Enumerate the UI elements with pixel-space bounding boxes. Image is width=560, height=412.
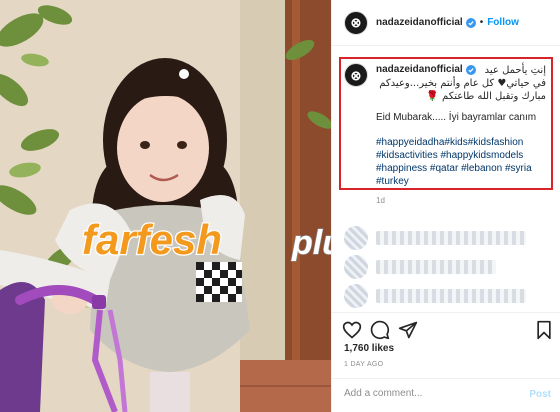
caption-age: 1d [376,196,385,205]
caption-arabic-text: إنتِ يأحمل عيد في حياتي♥ كل عام وأنتم بخ… [376,64,546,103]
comment-text-blurred [376,289,526,303]
comment-avatar-blurred [344,284,368,308]
heart-icon[interactable] [342,320,362,340]
arabic-line-2: في حياتي♥ كل عام وأنتم بخير...وعيدكم [379,78,546,89]
caption-eid-line: Eid Mubarak..... İyi bayramlar canım [376,112,537,123]
caption-avatar[interactable]: ⊗ [344,63,368,87]
arabic-line-1: إنتِ يأحمل عيد [484,65,546,76]
avatar[interactable]: ⊗ [344,10,368,35]
header-separator: • [479,17,484,28]
likes-count[interactable]: 1,760 likes [344,343,394,354]
caption-avatar-glyph: ⊗ [350,67,362,83]
comment-icon[interactable] [370,320,390,340]
watermark-part1: farfesh [82,216,222,263]
comment-input[interactable] [344,388,524,399]
comment-text-blurred [376,231,526,245]
comment-row-1 [344,226,526,250]
follow-button[interactable]: Follow [487,17,519,28]
avatar-glyph: ⊗ [350,15,362,30]
bookmark-icon[interactable] [534,320,554,340]
comment-avatar-blurred [344,255,368,279]
header-username[interactable]: nadazeidanofficial [376,17,463,28]
verified-badge-icon [465,17,476,28]
post-age[interactable]: 1 DAY AGO [344,361,383,368]
caption-hashtags: #happyeidadha#kids#kidsfashion #kidsacti… [376,136,546,188]
comment-text-blurred [376,260,496,274]
hashtag-line-3[interactable]: #happiness #qatar #lebanon #syria [376,162,546,175]
hashtag-line-2[interactable]: #kidsactivities #happykidsmodels [376,149,546,162]
arabic-line-3: مبارك وتقبل الله طاعتكم 🌹 [426,91,546,102]
post-header: ⊗ nadazeidanofficial • Follow [332,0,560,46]
comment-row-3 [344,284,526,308]
share-icon[interactable] [398,320,418,340]
hashtag-line-4[interactable]: #turkey [376,175,546,188]
comment-bar: Post [332,378,560,412]
comment-row-2 [344,255,496,279]
comment-avatar-blurred [344,226,368,250]
post-button[interactable]: Post [529,389,551,400]
post-photo [0,0,331,412]
action-bar [332,312,560,342]
post-sidebar: ⊗ nadazeidanofficial • Follow ⊗ nadazeid… [331,0,560,412]
hashtag-line-1[interactable]: #happyeidadha#kids#kidsfashion [376,136,546,149]
photo-illustration [0,0,331,412]
